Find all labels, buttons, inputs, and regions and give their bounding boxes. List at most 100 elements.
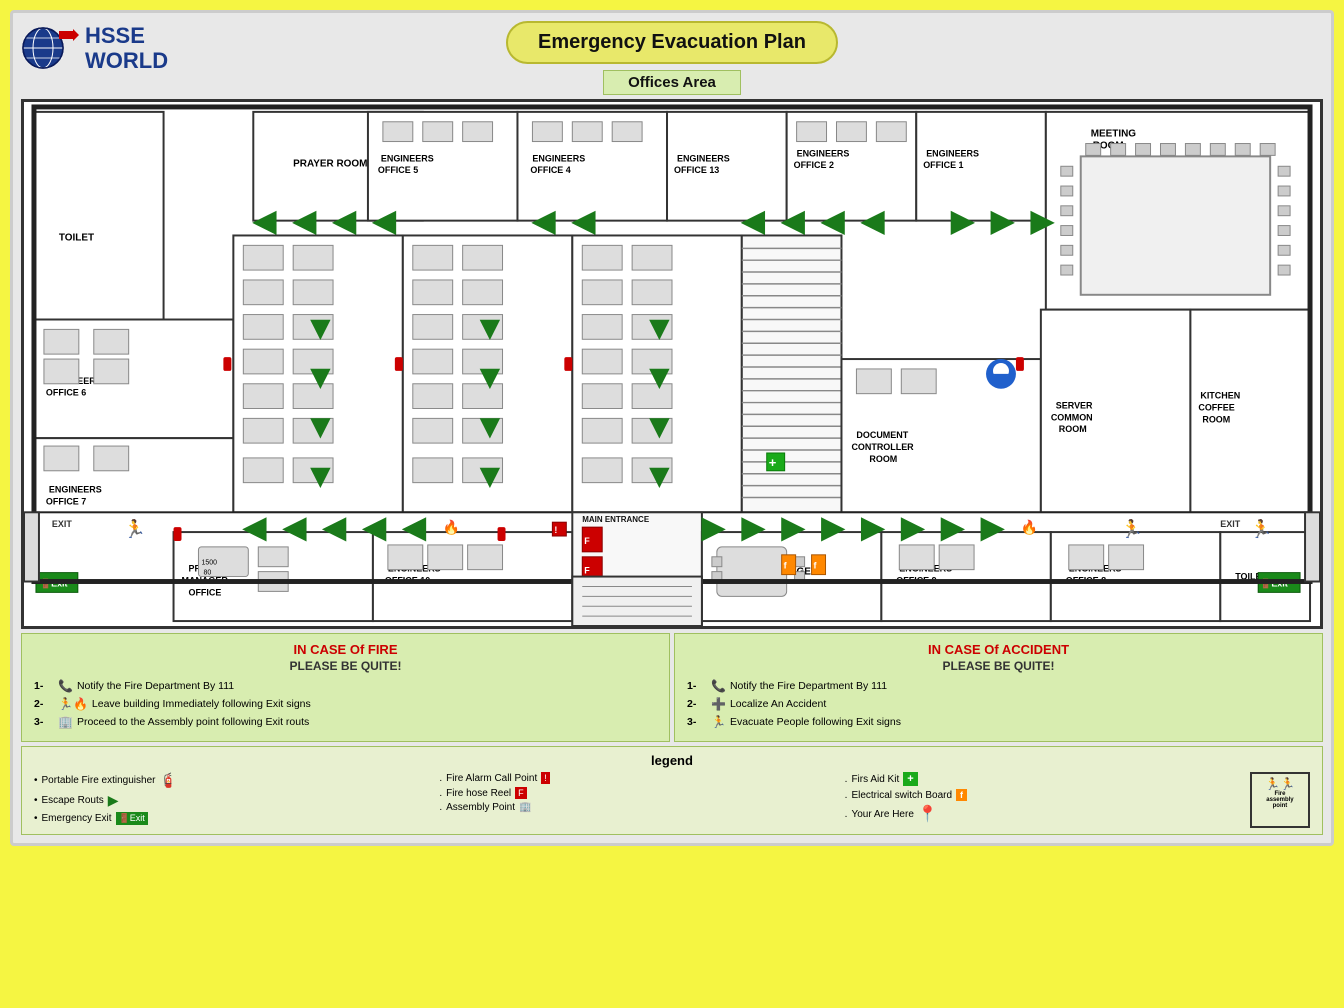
svg-text:▼: ▼ (473, 359, 508, 397)
svg-text:🏃: 🏃 (1250, 518, 1272, 539)
svg-text:◀: ◀ (740, 205, 766, 238)
legend-dot-1: . (439, 773, 442, 784)
legend-col-1: • Portable Fire extinguisher 🧯 • Escape … (34, 772, 439, 828)
legend-youarehere-label: Your Are Here (851, 809, 913, 820)
svg-text:🏃: 🏃 (1121, 518, 1143, 539)
legend-emergency-exit-label: Emergency Exit (42, 813, 112, 824)
accident-item-1-text: Notify the Fire Department By 111 (730, 680, 887, 692)
accident-item-1: 1- 📞 Notify the Fire Department By 111 (687, 679, 1310, 693)
legend-electrical-label: Electrical switch Board (851, 790, 952, 801)
svg-text:🏃: 🏃 (124, 518, 146, 539)
alarm-icon: ! (541, 772, 550, 784)
phone-icon: 📞 (58, 679, 73, 693)
accident-phone-icon: 📞 (711, 679, 726, 693)
svg-text:F: F (584, 536, 590, 546)
svg-text:COMMON: COMMON (1051, 412, 1093, 422)
svg-text:▶: ▶ (950, 205, 976, 238)
svg-text:OFFICE 13: OFFICE 13 (674, 165, 719, 175)
svg-text:▶: ▶ (1030, 205, 1056, 238)
fire-item-1: 1- 📞 Notify the Fire Department By 111 (34, 679, 657, 693)
legend-item-firstaid: . Firs Aid Kit + (845, 772, 1250, 786)
logo-area: HSSE WORLD (21, 21, 168, 76)
svg-text:ENGINEERS: ENGINEERS (49, 485, 102, 495)
svg-text:1500: 1500 (201, 560, 217, 567)
fire-item-1-text: Notify the Fire Department By 111 (77, 680, 234, 692)
legend-item-hose: . Fire hose Reel F (439, 787, 844, 799)
svg-text:TOILET: TOILET (59, 232, 94, 243)
svg-text:SERVER: SERVER (1056, 401, 1093, 411)
legend-dot-2: . (439, 788, 442, 799)
accident-item-3: 3- 🏃 Evacuate People following Exit sign… (687, 715, 1310, 729)
legend-grid: • Portable Fire extinguisher 🧯 • Escape … (34, 772, 1310, 828)
svg-text:▼: ▼ (642, 359, 677, 397)
svg-text:PROJECT: PROJECT (188, 564, 231, 574)
svg-text:ENGINEERS: ENGINEERS (49, 376, 102, 386)
floorplan: PRAYER ROOM TOILET ENGINEERS OFFICE 5 EN… (21, 99, 1323, 629)
emergency-exit-icon: 🚪Exit (116, 812, 148, 825)
svg-text:OFFICE 5: OFFICE 5 (378, 165, 418, 175)
legend-dot-5: . (845, 790, 848, 801)
svg-text:▼: ▼ (303, 408, 338, 446)
svg-text:◀: ◀ (251, 205, 277, 238)
legend: legend • Portable Fire extinguisher 🧯 • … (21, 746, 1323, 835)
svg-text:▼: ▼ (473, 408, 508, 446)
title-oval: Emergency Evacuation Plan (506, 21, 838, 64)
svg-text:◀: ◀ (241, 511, 267, 544)
assembly-icon: 🏢 (519, 802, 531, 813)
svg-text:▼: ▼ (473, 309, 508, 347)
legend-item-extinguisher: • Portable Fire extinguisher 🧯 (34, 772, 439, 789)
svg-text:ROOM: ROOM (1093, 141, 1124, 152)
svg-text:OFFICE 9: OFFICE 9 (896, 576, 936, 586)
accident-info-box: IN CASE Of ACCIDENT PLEASE BE QUITE! 1- … (674, 633, 1323, 742)
fire-item-3-text: Proceed to the Assembly point following … (77, 716, 309, 728)
exit-run-icon: 🏃🔥 (58, 697, 88, 711)
logo-text: HSSE WORLD (85, 24, 168, 72)
accident-item-1-num: 1- (687, 680, 707, 692)
fire-item-1-num: 1- (34, 680, 54, 692)
svg-text:▼: ▼ (303, 458, 338, 496)
svg-text:▶: ▶ (781, 511, 807, 544)
accident-heading1: IN CASE Of ACCIDENT (687, 642, 1310, 657)
assembly-icon: 🏢 (58, 715, 73, 729)
escape-icon: ▶ (108, 792, 119, 809)
svg-text:ENGINEERS: ENGINEERS (1069, 564, 1122, 574)
legend-item-electrical: . Electrical switch Board f (845, 789, 1250, 801)
svg-text:▶: ▶ (940, 511, 966, 544)
main-card: HSSE WORLD Emergency Evacuation Plan Off… (10, 10, 1334, 846)
fire-item-2: 2- 🏃🔥 Leave building Immediately followi… (34, 697, 657, 711)
legend-hose-label: Fire hose Reel (446, 788, 511, 799)
info-section: IN CASE Of FIRE PLEASE BE QUITE! 1- 📞 No… (21, 633, 1323, 742)
svg-text:▼: ▼ (642, 458, 677, 496)
svg-text:◀: ◀ (401, 511, 427, 544)
svg-text:ROOM: ROOM (1059, 424, 1087, 434)
fire-item-3-num: 3- (34, 716, 54, 728)
svg-text:🚪Exit: 🚪Exit (594, 604, 622, 615)
svg-text:▼: ▼ (473, 458, 508, 496)
svg-text:ENGINEERS: ENGINEERS (381, 153, 434, 163)
svg-text:ENGINEERS: ENGINEERS (388, 564, 441, 574)
svg-text:▶: ▶ (701, 511, 727, 544)
legend-dot-4: . (845, 774, 848, 785)
svg-text:!: ! (554, 525, 557, 535)
evacuate-icon: 🏃 (711, 715, 726, 729)
fire-info-box: IN CASE Of FIRE PLEASE BE QUITE! 1- 📞 No… (21, 633, 670, 742)
svg-text:MANAGER: MANAGER (182, 576, 229, 586)
svg-text:◀: ◀ (321, 511, 347, 544)
legend-item-emergency-exit: • Emergency Exit 🚪Exit (34, 812, 439, 825)
svg-text:▼: ▼ (642, 309, 677, 347)
svg-text:ENGINEERS: ENGINEERS (532, 153, 585, 163)
svg-text:OFFICE 10: OFFICE 10 (385, 576, 430, 586)
accident-item-2-text: Localize An Accident (730, 698, 826, 710)
svg-text:◀: ◀ (820, 205, 846, 238)
fire-item-2-num: 2- (34, 698, 54, 710)
svg-text:ROOM: ROOM (1202, 414, 1230, 424)
svg-text:◀: ◀ (780, 205, 806, 238)
firstaid-box-icon: + (903, 772, 917, 786)
svg-text:f: f (784, 561, 787, 571)
offices-label-wrap: Offices Area (21, 70, 1323, 95)
floorplan-svg: PRAYER ROOM TOILET ENGINEERS OFFICE 5 EN… (24, 102, 1320, 626)
accident-item-2-num: 2- (687, 698, 707, 710)
svg-text:EXIT: EXIT (52, 519, 72, 529)
legend-dot-3: . (439, 802, 442, 813)
svg-text:🚪Exit: 🚪Exit (1260, 577, 1288, 588)
